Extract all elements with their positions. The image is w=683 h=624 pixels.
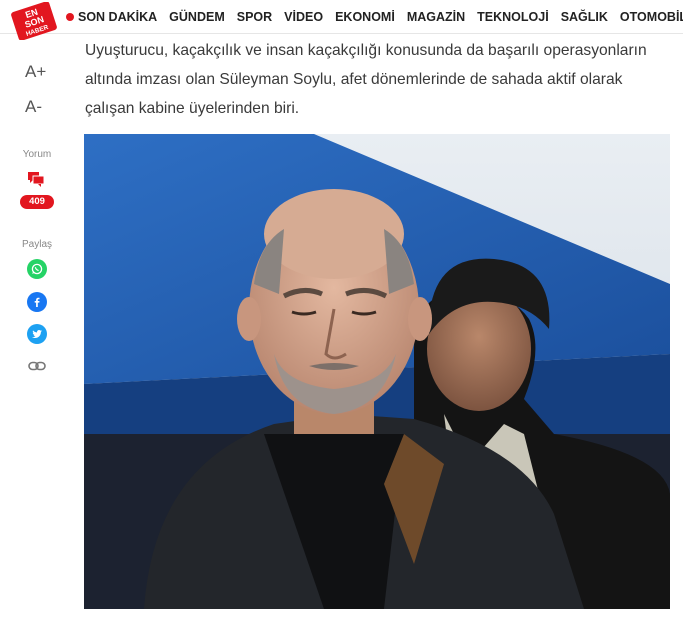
nav-item-gundem[interactable]: GÜNDEM — [169, 10, 225, 24]
nav-item-ekonomi[interactable]: EKONOMİ — [335, 10, 395, 24]
font-increase-button[interactable]: A+ — [25, 62, 46, 82]
site-logo[interactable]: EN SON HABER — [8, 2, 60, 40]
font-decrease-button[interactable]: A- — [25, 97, 42, 117]
comment-icon[interactable] — [27, 171, 45, 187]
comment-label: Yorum — [22, 149, 52, 160]
article-photo — [84, 134, 670, 609]
nav-item-saglik[interactable]: SAĞLIK — [561, 10, 608, 24]
twitter-share-button[interactable] — [27, 324, 47, 344]
nav-item-son-dakika[interactable]: SON DAKİKA — [66, 10, 157, 24]
nav-item-label: SON DAKİKA — [78, 10, 158, 24]
nav-item-otomobil[interactable]: OTOMOBİL — [620, 10, 683, 24]
whatsapp-icon — [31, 263, 43, 275]
nav-item-magazin[interactable]: MAGAZİN — [407, 10, 465, 24]
live-dot-icon — [66, 13, 74, 21]
twitter-icon — [32, 330, 42, 338]
copy-link-button[interactable] — [27, 356, 47, 376]
main-menu: SON DAKİKA GÜNDEM SPOR VİDEO EKONOMİ MAG… — [66, 0, 683, 34]
facebook-share-button[interactable] — [27, 292, 47, 312]
nav-item-teknoloji[interactable]: TEKNOLOJİ — [477, 10, 549, 24]
facebook-icon — [34, 297, 40, 307]
nav-item-spor[interactable]: SPOR — [237, 10, 272, 24]
article-photo-illustration — [84, 134, 670, 609]
top-navigation-bar: EN SON HABER SON DAKİKA GÜNDEM SPOR VİDE… — [0, 0, 683, 40]
whatsapp-share-button[interactable] — [27, 259, 47, 279]
link-icon — [28, 361, 46, 371]
comment-count-badge[interactable]: 409 — [20, 195, 54, 209]
article-paragraph: Uyuşturucu, kaçakçılık ve insan kaçakçıl… — [85, 42, 647, 117]
nav-item-video[interactable]: VİDEO — [284, 10, 323, 24]
share-label: Paylaş — [21, 239, 52, 250]
